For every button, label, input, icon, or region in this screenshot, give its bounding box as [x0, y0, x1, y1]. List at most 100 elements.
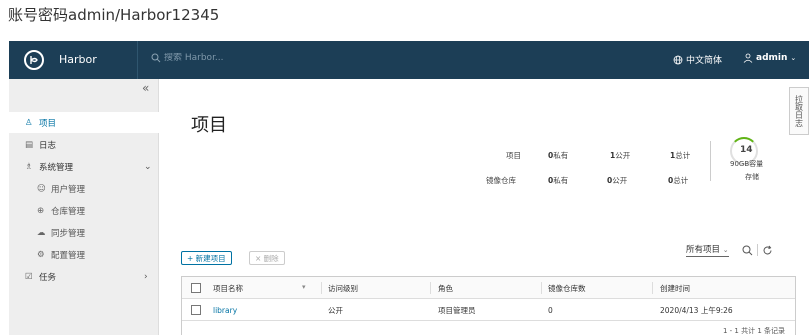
column-header-access[interactable]: 访问级别: [328, 277, 358, 299]
cell-text: 公开: [328, 305, 343, 315]
cell-repos: 0: [548, 299, 553, 321]
chevron-down-icon: ⌄: [790, 54, 797, 62]
summary-project-label: 项目: [506, 151, 521, 160]
column-divider: [321, 282, 322, 294]
summary-unit: 公开: [612, 176, 628, 185]
registry-icon: ⊕: [37, 205, 45, 216]
search-icon[interactable]: [742, 245, 753, 256]
select-all-checkbox[interactable]: [191, 283, 201, 293]
new-project-label: + 新建项目: [187, 253, 226, 263]
harbor-app: Harbor 中文简体 admin ⌄ « ♙ 项目 ▤ 日志 ♗ 系统管理 ⌄: [9, 41, 809, 335]
main-content: 项目 拉取日志 项目 0私有 1公开 1总计 镜像仓库 0私有 0公开 0总计 …: [160, 79, 809, 335]
sidebar-item-logs[interactable]: ▤ 日志: [9, 134, 159, 155]
sidebar-item-configuration[interactable]: ⚙ 配置管理: [9, 244, 159, 265]
user-icon: [743, 53, 753, 63]
gear-icon: ⚙: [37, 249, 45, 260]
delete-button[interactable]: × 删除: [249, 251, 285, 265]
sort-filter-icon[interactable]: ▾: [302, 283, 306, 291]
column-divider: [541, 282, 542, 294]
table-header-row: 项目名称 ▾ 访问级别 角色 镜像仓库数 创建时间: [182, 277, 795, 299]
sidebar-item-users[interactable]: ☺ 用户管理: [9, 178, 159, 199]
column-header-label: 项目名称: [213, 283, 243, 293]
summary-project-total: 1总计: [670, 150, 690, 161]
sidebar-item-label: 仓库管理: [51, 206, 86, 217]
summary-repo-label: 镜像仓库: [486, 176, 516, 185]
summary-repo-public: 0公开: [607, 175, 627, 186]
row-checkbox[interactable]: [191, 305, 201, 315]
sidebar-item-label: 配置管理: [51, 250, 86, 261]
summary-project-private: 0私有: [548, 150, 568, 161]
toolbar-divider: [757, 244, 758, 256]
pull-log-tab-label: 拉取日志: [794, 95, 804, 127]
pagination-text: 1 - 1 共计 1 条记录: [722, 327, 785, 335]
project-filter-select[interactable]: 所有项目 ⌄: [686, 243, 729, 257]
search-icon: [151, 53, 161, 63]
collapse-sidebar-icon[interactable]: «: [142, 81, 149, 95]
sidebar-item-label: 任务: [39, 272, 57, 283]
search-input[interactable]: [164, 53, 264, 63]
language-label: 中文简体: [686, 56, 723, 66]
column-header-label: 访问级别: [328, 283, 358, 293]
summary-unit: 公开: [615, 151, 631, 160]
brand-name[interactable]: Harbor: [59, 53, 97, 66]
language-switcher[interactable]: 中文简体: [673, 53, 722, 66]
projects-table: 项目名称 ▾ 访问级别 角色 镜像仓库数 创建时间 library 公开 项目管…: [181, 276, 796, 335]
chevron-down-icon: ⌄: [722, 246, 729, 254]
cell-created: 2020/4/13 上午9:26: [660, 299, 733, 321]
summary-unit: 总计: [673, 176, 689, 185]
column-divider: [430, 282, 431, 294]
page-title: 项目: [191, 115, 227, 136]
logs-icon: ▤: [25, 139, 34, 150]
tasks-icon: ☑: [25, 271, 33, 282]
sidebar-item-label: 日志: [39, 140, 57, 151]
filter-label: 所有项目: [686, 245, 721, 255]
users-icon: ☺: [37, 183, 46, 194]
sidebar-item-label: 项目: [39, 118, 57, 129]
user-menu[interactable]: admin ⌄: [743, 53, 796, 63]
quota-capacity: 90GB容量: [730, 160, 764, 168]
sidebar-item-label: 用户管理: [51, 184, 86, 195]
table-row: library 公开 项目管理员 0 2020/4/13 上午9:26: [182, 299, 795, 321]
global-search: [151, 53, 264, 63]
project-name: library: [213, 305, 238, 315]
page-caption: 账号密码admin/Harbor12345: [8, 6, 220, 24]
user-name: admin: [756, 53, 788, 63]
sidebar-item-administration[interactable]: ♗ 系统管理 ⌄: [9, 156, 159, 177]
new-project-button[interactable]: + 新建项目: [181, 251, 232, 265]
cell-role: 项目管理员: [438, 299, 476, 321]
table-footer: 1 - 1 共计 1 条记录: [182, 321, 795, 335]
sidebar-item-label: 系统管理: [39, 162, 74, 173]
column-header-role[interactable]: 角色: [438, 277, 453, 299]
column-header-created[interactable]: 创建时间: [660, 277, 690, 299]
refresh-icon[interactable]: [762, 245, 773, 256]
column-header-label: 创建时间: [660, 283, 690, 293]
sidebar-item-projects[interactable]: ♙ 项目: [9, 112, 159, 133]
globe-icon: [673, 55, 683, 64]
harbor-logo-icon[interactable]: [24, 50, 44, 70]
column-header-name[interactable]: 项目名称: [213, 277, 243, 299]
summary-unit: 总计: [675, 151, 691, 160]
projects-icon: ♙: [25, 117, 33, 128]
project-name-link[interactable]: library: [213, 299, 237, 321]
sidebar-item-jobs[interactable]: ☑ 任务 ›: [9, 266, 159, 287]
cell-text: 0: [548, 305, 553, 315]
quota-label: 存储: [745, 173, 759, 181]
chevron-right-icon: ›: [144, 271, 148, 282]
summary-divider: [710, 141, 711, 181]
delete-label: × 删除: [255, 253, 279, 263]
pull-log-tab[interactable]: 拉取日志: [789, 87, 809, 135]
summary-repo-total: 0总计: [668, 175, 688, 186]
summary-project-public: 1公开: [610, 150, 630, 161]
column-header-label: 镜像仓库数: [548, 283, 586, 293]
cell-text: 项目管理员: [438, 305, 476, 315]
column-divider: [652, 282, 653, 294]
sidebar-item-registries[interactable]: ⊕ 仓库管理: [9, 200, 159, 221]
column-header-repos[interactable]: 镜像仓库数: [548, 277, 586, 299]
summary-unit: 私有: [553, 176, 569, 185]
header-divider: [137, 41, 138, 79]
sidebar-item-replication[interactable]: ☁ 同步管理: [9, 222, 159, 243]
sidebar: « ♙ 项目 ▤ 日志 ♗ 系统管理 ⌄ ☺ 用户管理 ⊕ 仓库管理 ☁ 同步管…: [9, 79, 159, 335]
cell-access: 公开: [328, 299, 343, 321]
top-header: Harbor 中文简体 admin ⌄: [9, 41, 809, 79]
column-header-label: 角色: [438, 283, 453, 293]
